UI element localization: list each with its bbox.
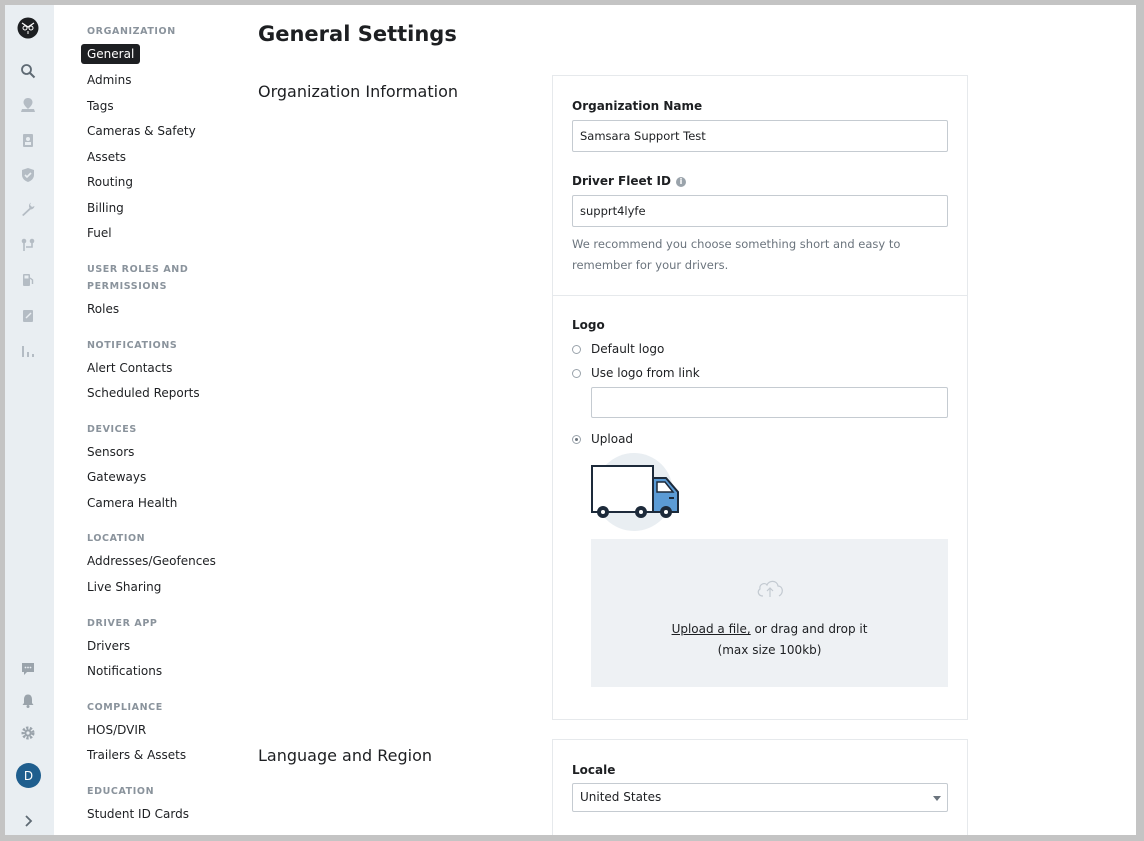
fleet-id-help-text: We recommend you choose something short … [572, 237, 901, 272]
nav-heading-education: EDUCATION [87, 786, 155, 797]
radio-button[interactable] [572, 344, 581, 354]
upload-drag-text: or drag and drop it [750, 622, 868, 636]
locale-select[interactable]: United States [572, 783, 948, 812]
fuel-pump-icon[interactable] [17, 269, 39, 291]
nav-item-trailers-assets[interactable]: Trailers & Assets [87, 746, 186, 764]
route-icon[interactable] [17, 234, 39, 256]
nav-heading-organization: ORGANIZATION [87, 26, 176, 37]
radio-button[interactable] [572, 368, 581, 378]
nav-item-driver-notifications[interactable]: Notifications [87, 662, 162, 680]
gear-icon[interactable] [17, 722, 39, 744]
nav-item-assets[interactable]: Assets [87, 148, 126, 166]
samsara-owl-logo-icon[interactable] [17, 16, 39, 40]
nav-item-tags[interactable]: Tags [87, 97, 114, 115]
radio-default-logo[interactable]: Default logo [572, 342, 664, 356]
clipboard-user-icon[interactable] [17, 129, 39, 151]
info-icon[interactable]: i [675, 177, 686, 187]
page-title: General Settings [258, 22, 457, 46]
bar-chart-icon[interactable] [17, 340, 39, 362]
nav-item-gateways[interactable]: Gateways [87, 468, 146, 486]
icon-rail: D [5, 5, 54, 835]
upload-size-limit: (max size 100kb) [717, 643, 822, 657]
radio-button-checked[interactable] [572, 434, 581, 444]
wrench-icon[interactable] [17, 198, 39, 220]
nav-item-live-sharing[interactable]: Live Sharing [87, 578, 161, 596]
settings-nav: ORGANIZATION General Admins Tags Cameras… [54, 5, 254, 835]
nav-item-student-id-cards[interactable]: Student ID Cards [87, 805, 189, 823]
nav-item-cameras-safety[interactable]: Cameras & Safety [87, 122, 196, 140]
nav-heading-devices: DEVICES [87, 424, 137, 435]
search-icon[interactable] [17, 60, 39, 82]
fleet-id-label: Driver Fleet ID i [572, 174, 686, 188]
truck-logo-preview-icon [591, 453, 679, 531]
nav-item-billing[interactable]: Billing [87, 199, 124, 217]
nav-item-roles[interactable]: Roles [87, 300, 119, 318]
logo-link-input[interactable] [591, 387, 948, 418]
org-name-label: Organization Name [572, 99, 703, 113]
nav-item-routing[interactable]: Routing [87, 173, 133, 191]
organization-card: Organization Name Driver Fleet ID i We re… [552, 75, 968, 720]
bell-icon[interactable] [17, 690, 39, 712]
chat-icon[interactable] [17, 658, 39, 680]
locale-label: Locale [572, 763, 616, 777]
nav-item-scheduled-reports[interactable]: Scheduled Reports [87, 384, 200, 402]
upload-instructions: Upload a file, or drag and drop it [591, 622, 948, 636]
map-pin-icon[interactable] [17, 94, 39, 116]
nav-item-sensors[interactable]: Sensors [87, 443, 134, 461]
shield-check-icon[interactable] [17, 164, 39, 186]
upload-file-link[interactable]: Upload a file, [672, 622, 751, 636]
org-name-input[interactable] [572, 120, 948, 152]
nav-item-general[interactable]: General [81, 44, 141, 64]
chevron-right-icon[interactable] [17, 810, 39, 832]
nav-heading-driver-app: DRIVER APP [87, 618, 158, 629]
nav-item-drivers[interactable]: Drivers [87, 637, 130, 655]
radio-logo-from-link[interactable]: Use logo from link [572, 366, 700, 380]
locale-select-value: United States [580, 790, 662, 804]
language-region-card: Locale United States [552, 739, 968, 835]
radio-label: Use logo from link [591, 366, 700, 380]
cloud-upload-icon [757, 580, 783, 597]
nav-item-fuel[interactable]: Fuel [87, 224, 112, 242]
radio-label: Upload [591, 432, 634, 446]
caret-down-icon [933, 796, 941, 801]
nav-heading-location: LOCATION [87, 533, 146, 544]
nav-item-addresses-geofences[interactable]: Addresses/Geofences [87, 552, 216, 570]
upload-dropzone[interactable]: Upload a file, or drag and drop it (max … [591, 539, 948, 687]
radio-upload[interactable]: Upload [572, 432, 633, 446]
nav-item-admins[interactable]: Admins [87, 71, 132, 89]
nav-heading-compliance: COMPLIANCE [87, 702, 163, 713]
document-edit-icon[interactable] [17, 305, 39, 327]
radio-label: Default logo [591, 342, 665, 356]
nav-item-camera-health[interactable]: Camera Health [87, 494, 177, 512]
nav-item-hos-dvir[interactable]: HOS/DVIR [87, 721, 146, 739]
section-title-organization: Organization Information [258, 82, 458, 101]
logo-label: Logo [572, 318, 605, 332]
nav-heading-user-roles: USER ROLES AND PERMISSIONS [87, 264, 189, 292]
section-title-language-region: Language and Region [258, 746, 433, 765]
card-divider [553, 295, 967, 296]
fleet-id-label-text: Driver Fleet ID [572, 174, 671, 188]
user-avatar[interactable]: D [16, 763, 41, 788]
nav-heading-notifications: NOTIFICATIONS [87, 340, 178, 351]
nav-item-alert-contacts[interactable]: Alert Contacts [87, 359, 172, 377]
fleet-id-input[interactable] [572, 195, 948, 227]
app-window: D ORGANIZATION General Admins Tags Camer… [5, 5, 1136, 835]
